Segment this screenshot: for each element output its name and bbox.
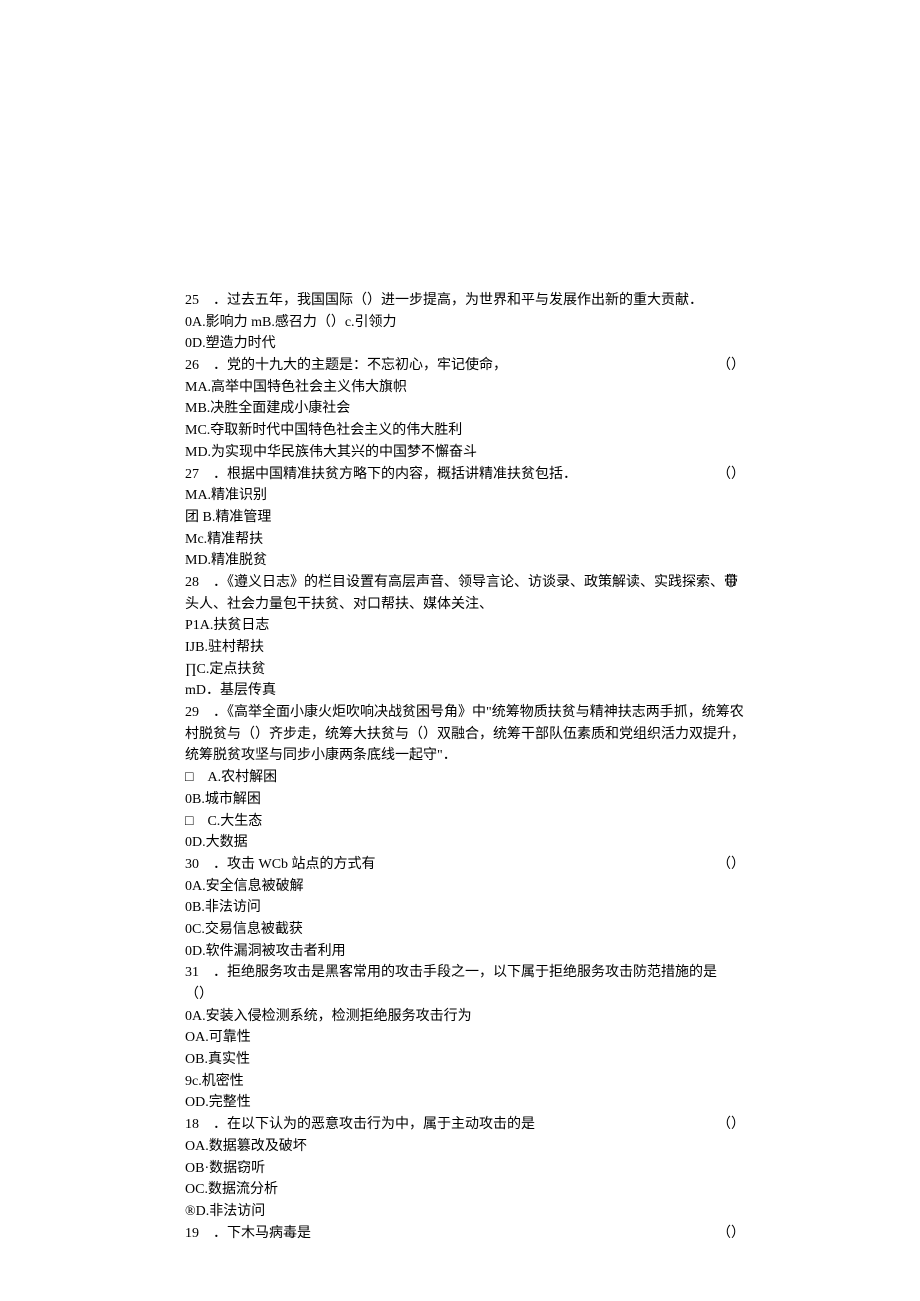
- question-body: ．党的十九大的主题是：不忘初心，牢记使命，: [199, 358, 507, 373]
- question-text: 18 ．在以下认为的恶意攻击行为中，属于主动攻击的是: [185, 1114, 745, 1136]
- option: 团 B.精准管理: [185, 507, 745, 529]
- option: 0C.交易信息被截获: [185, 919, 745, 941]
- question-body: ．拒绝服务攻击是黑客常用的攻击手段之一，以下属于拒绝服务攻击防范措施的是 （）: [185, 965, 731, 1002]
- option: MA.精准识别: [185, 485, 745, 507]
- question-body: ．在以下认为的恶意攻击行为中，属于主动攻击的是: [199, 1117, 535, 1132]
- question-number: 29: [185, 705, 199, 720]
- option: OA.可靠性: [185, 1027, 745, 1049]
- question: 25 ．过去五年，我国国际（）进一步提高，为世界和平与发展作出新的重大贡献．: [185, 290, 745, 312]
- option: Mc.精准帮扶: [185, 529, 745, 551]
- answer-blank: （）: [717, 1114, 745, 1136]
- option: MB.决胜全面建成小康社会: [185, 398, 745, 420]
- question-text: 25 ．过去五年，我国国际（）进一步提高，为世界和平与发展作出新的重大贡献．: [185, 290, 745, 312]
- exam-document: 25 ．过去五年，我国国际（）进一步提高，为世界和平与发展作出新的重大贡献．0A…: [185, 290, 745, 1244]
- option: 0A.安装入侵检测系统，检测拒绝服务攻击行为: [185, 1006, 745, 1028]
- question-body: ．下木马病毒是: [199, 1226, 311, 1241]
- question-number: 25: [185, 293, 199, 308]
- option: MD.精准脱贫: [185, 550, 745, 572]
- question: 26 ．党的十九大的主题是：不忘初心，牢记使命，（）: [185, 355, 745, 377]
- question: 19 ．下木马病毒是（）: [185, 1223, 745, 1245]
- option: mD．基层传真: [185, 680, 745, 702]
- option: 9c.机密性: [185, 1071, 745, 1093]
- question-text: 29 ．《高举全面小康火炬吹响决战贫困号角》中"统筹物质扶贫与精神扶志两手抓，统…: [185, 702, 745, 767]
- question-number: 19: [185, 1226, 199, 1241]
- question-number: 28: [185, 575, 199, 590]
- question-text: 19 ．下木马病毒是: [185, 1223, 745, 1245]
- option: 0A.安全信息被破解: [185, 876, 745, 898]
- option: IJB.驻村帮扶: [185, 637, 745, 659]
- option: 0D.软件漏洞被攻击者利用: [185, 941, 745, 963]
- option: 0B.非法访问: [185, 897, 745, 919]
- question-number: 30: [185, 857, 199, 872]
- question-number: 26: [185, 358, 199, 373]
- option: MD.为实现中华民族伟大其兴的中国梦不懈奋斗: [185, 442, 745, 464]
- option: ∏C.定点扶贫: [185, 659, 745, 681]
- question-body: ．过去五年，我国国际（）进一步提高，为世界和平与发展作出新的重大贡献．: [199, 293, 703, 308]
- question-body: ．《遵义日志》的栏目设置有高层声音、领导言论、访谈录、政策解读、实践探索、带头人…: [185, 575, 738, 612]
- question-body: ．攻击 WCb 站点的方式有: [199, 857, 376, 872]
- option: MC.夺取新时代中国特色社会主义的伟大胜利: [185, 420, 745, 442]
- option: OA.数据篡改及破坏: [185, 1136, 745, 1158]
- option: P1A.扶贫日志: [185, 615, 745, 637]
- question-text: 31 ．拒绝服务攻击是黑客常用的攻击手段之一，以下属于拒绝服务攻击防范措施的是 …: [185, 962, 745, 1005]
- option: OC.数据流分析: [185, 1179, 745, 1201]
- option: □ A.农村解困: [185, 767, 745, 789]
- question-text: 26 ．党的十九大的主题是：不忘初心，牢记使命，: [185, 355, 745, 377]
- question: 27 ．根据中国精准扶贫方略下的内容，概括讲精准扶贫包括．（）: [185, 464, 745, 486]
- question: 30 ．攻击 WCb 站点的方式有（）: [185, 854, 745, 876]
- option: 0D.塑造力时代: [185, 333, 745, 355]
- question: 29 ．《高举全面小康火炬吹响决战贫困号角》中"统筹物质扶贫与精神扶志两手抓，统…: [185, 702, 745, 767]
- answer-blank: （）: [717, 355, 745, 377]
- option: 0B.城市解困: [185, 789, 745, 811]
- question-text: 28 ．《遵义日志》的栏目设置有高层声音、领导言论、访谈录、政策解读、实践探索、…: [185, 572, 745, 615]
- question-body: ．根据中国精准扶贫方略下的内容，概括讲精准扶贫包括．: [199, 467, 577, 482]
- option: ®D.非法访问: [185, 1201, 745, 1223]
- question-number: 18: [185, 1117, 199, 1132]
- answer-blank: （）: [717, 464, 745, 486]
- option: □ C.大生态: [185, 811, 745, 833]
- option: OB.真实性: [185, 1049, 745, 1071]
- question-text: 30 ．攻击 WCb 站点的方式有: [185, 854, 745, 876]
- question-text: 27 ．根据中国精准扶贫方略下的内容，概括讲精准扶贫包括．: [185, 464, 745, 486]
- question: 18 ．在以下认为的恶意攻击行为中，属于主动攻击的是（）: [185, 1114, 745, 1136]
- option: 0D.大数据: [185, 832, 745, 854]
- option: OB·数据窃听: [185, 1158, 745, 1180]
- question: 28 ．《遵义日志》的栏目设置有高层声音、领导言论、访谈录、政策解读、实践探索、…: [185, 572, 745, 615]
- answer-blank: （）: [717, 854, 745, 876]
- question-number: 31: [185, 965, 199, 980]
- answer-blank: （）: [717, 572, 745, 594]
- question: 31 ．拒绝服务攻击是黑客常用的攻击手段之一，以下属于拒绝服务攻击防范措施的是 …: [185, 962, 745, 1005]
- option: 0A.影响力 mB.感召力（）c.引领力: [185, 312, 745, 334]
- option: MA.高举中国特色社会主义伟大旗帜: [185, 377, 745, 399]
- question-number: 27: [185, 467, 199, 482]
- question-body: ．《高举全面小康火炬吹响决战贫困号角》中"统筹物质扶贫与精神扶志两手抓，统筹农村…: [185, 705, 745, 763]
- option: OD.完整性: [185, 1092, 745, 1114]
- answer-blank: （）: [717, 1223, 745, 1245]
